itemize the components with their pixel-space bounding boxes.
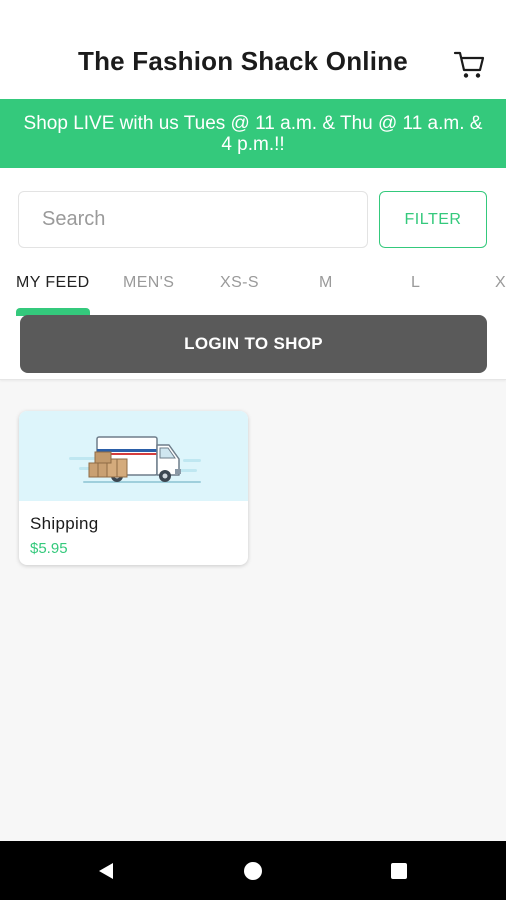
search-input[interactable] [19, 192, 367, 247]
product-feed: Shipping $5.95 [0, 381, 506, 841]
store-title: The Fashion Shack Online [78, 46, 408, 76]
home-circle-icon[interactable] [223, 841, 283, 900]
product-price: $5.95 [30, 540, 68, 557]
tab-mens[interactable]: MEN'S [123, 274, 174, 292]
live-shopping-banner: Shop LIVE with us Tues @ 11 a.m. & Thu @… [0, 99, 506, 168]
search-field[interactable] [18, 191, 368, 248]
tab-my-feed[interactable]: MY FEED [16, 274, 90, 292]
delivery-truck-icon [69, 436, 201, 483]
search-and-tabs-panel: FILTER MY FEED MEN'S XS-S M L X LOGIN TO… [0, 168, 506, 380]
filter-button[interactable]: FILTER [379, 191, 487, 248]
shopping-cart-icon[interactable] [452, 48, 486, 82]
android-navigation-bar [0, 841, 506, 900]
recents-square-icon[interactable] [369, 841, 429, 900]
login-to-shop-button[interactable]: LOGIN TO SHOP [20, 315, 487, 373]
tab-m[interactable]: M [319, 274, 333, 292]
app-header: The Fashion Shack Online [0, 0, 506, 99]
tab-l[interactable]: L [411, 274, 420, 292]
tab-xs-s[interactable]: XS-S [220, 274, 259, 292]
product-name: Shipping [30, 514, 99, 533]
product-card[interactable]: Shipping $5.95 [19, 411, 248, 565]
back-triangle-icon[interactable] [76, 841, 136, 900]
tab-x[interactable]: X [495, 274, 506, 292]
product-image [19, 411, 248, 501]
